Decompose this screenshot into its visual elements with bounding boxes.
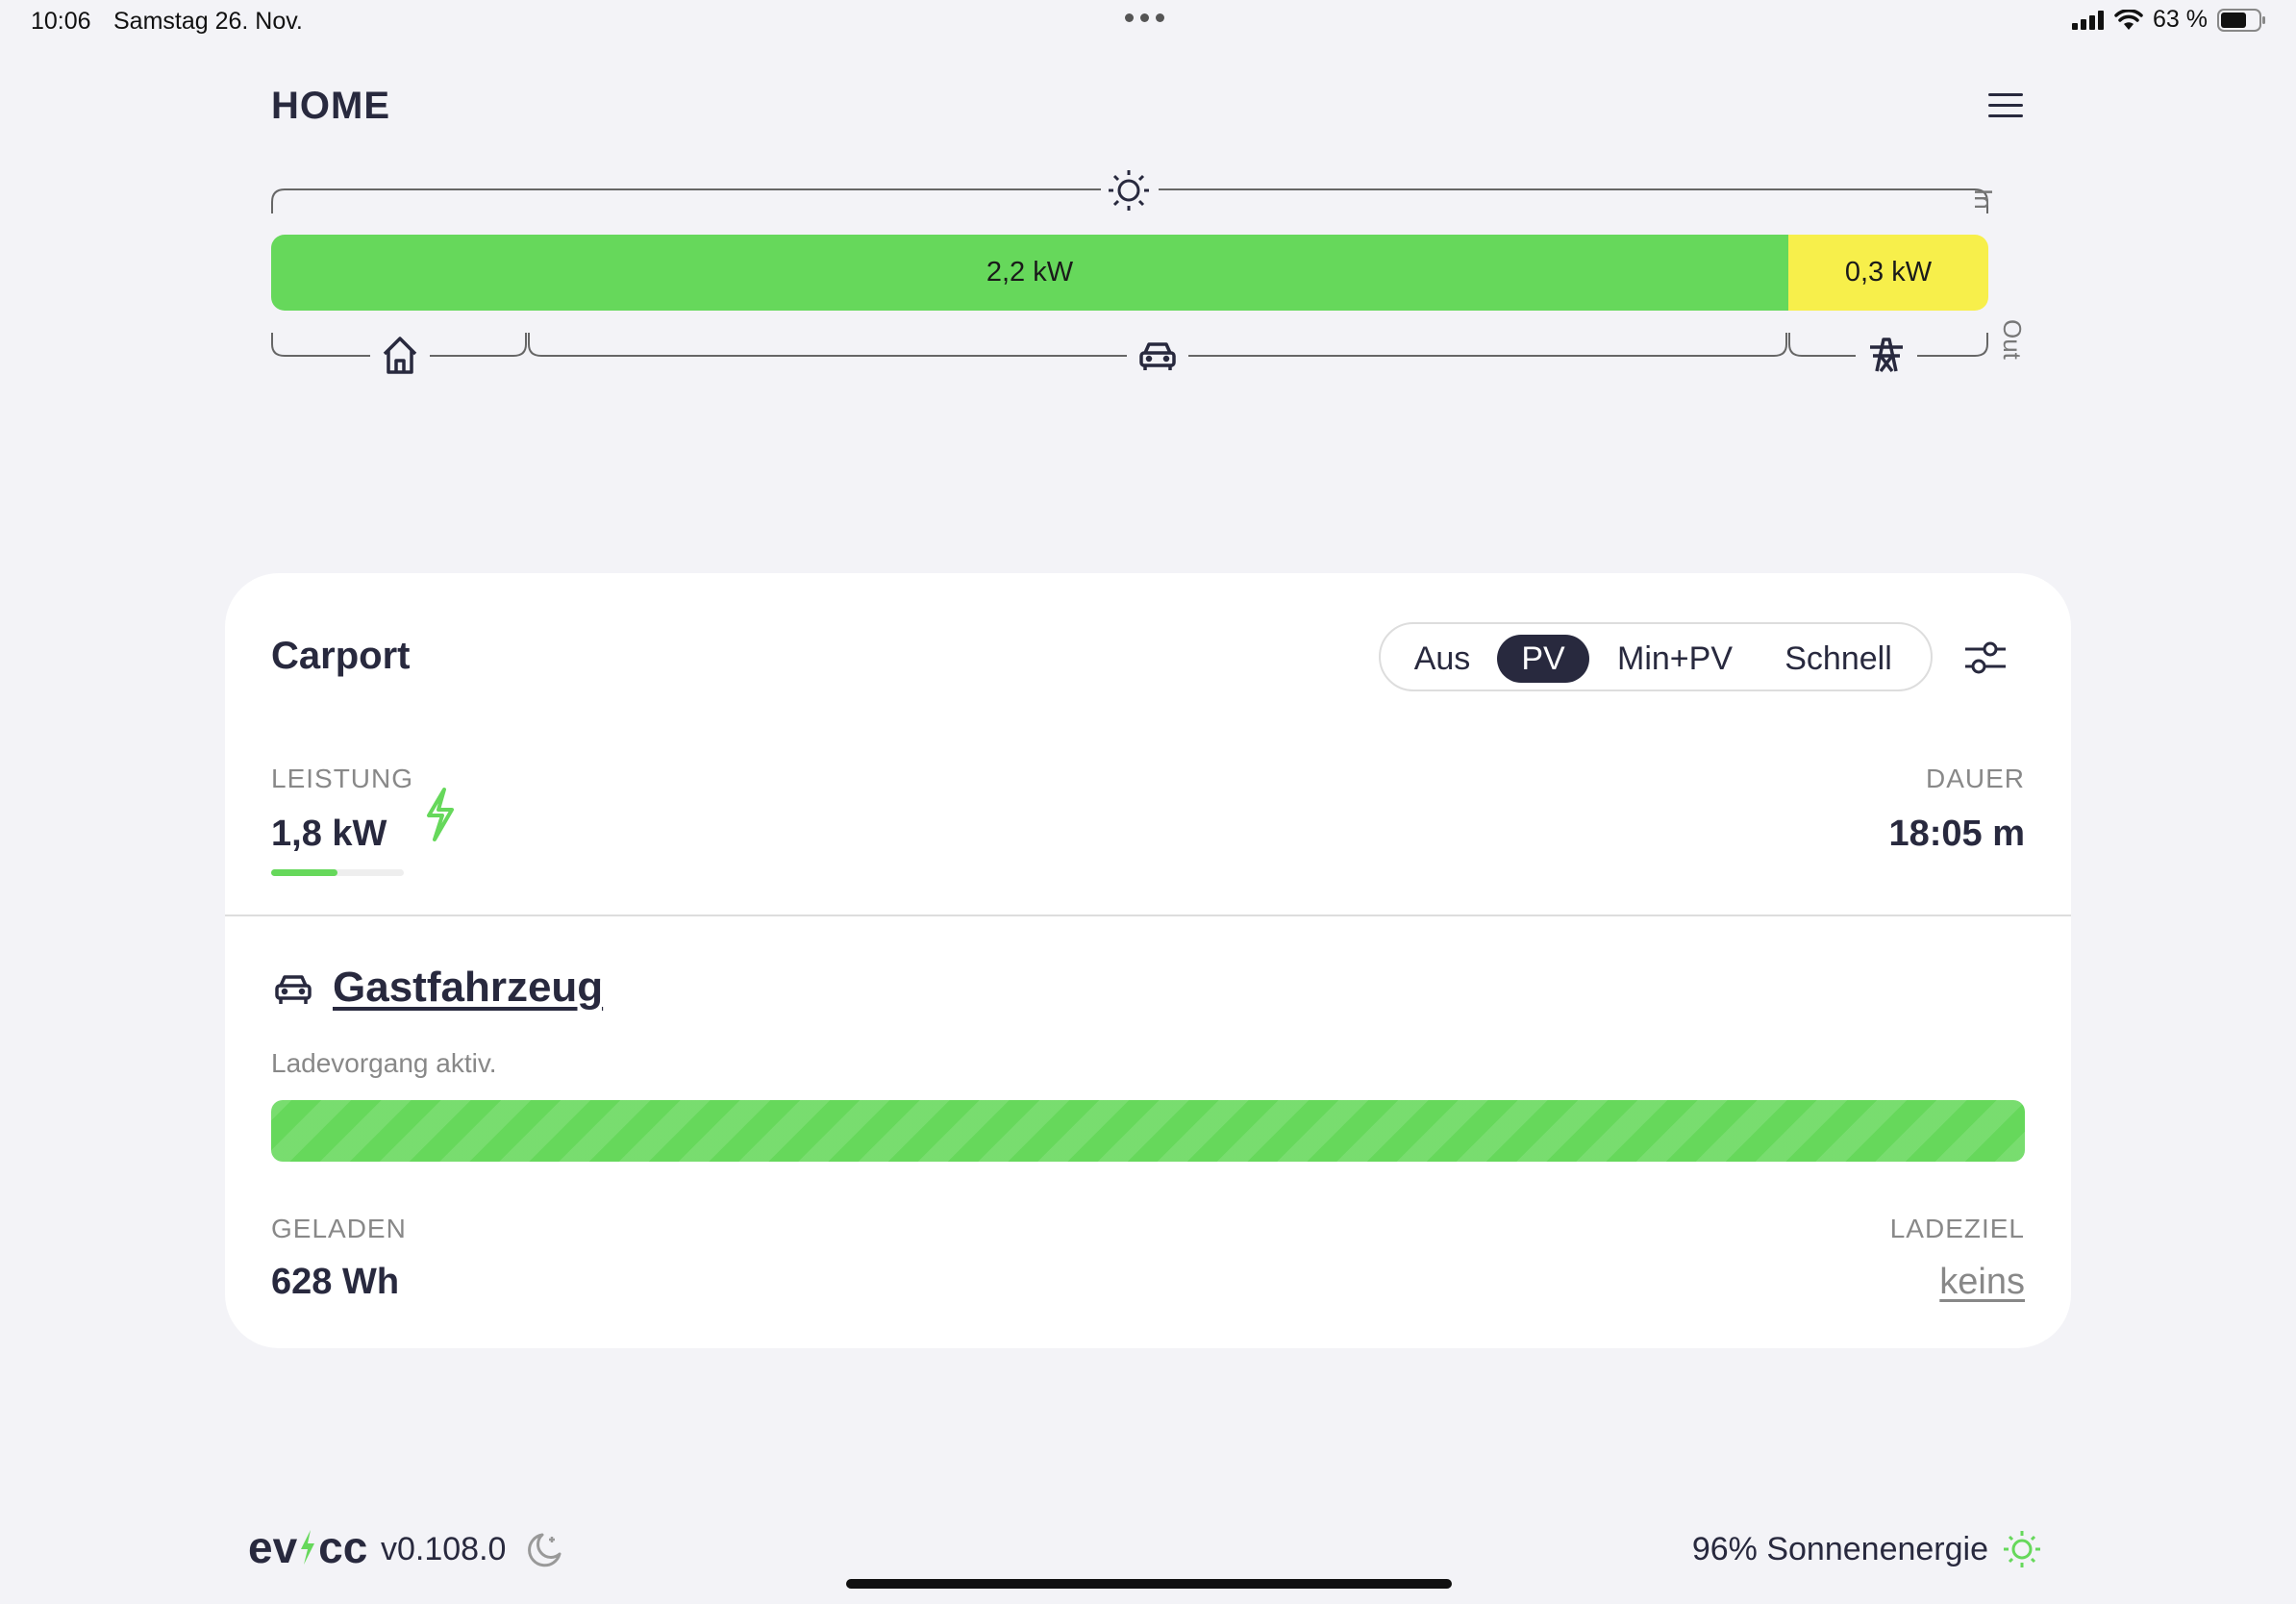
mode-button-schnell[interactable]: Schnell: [1761, 635, 1915, 683]
grid-power-value: 0,3 kW: [1844, 257, 1933, 288]
mode-button-min-pv[interactable]: Min+PV: [1600, 635, 1750, 683]
multitasking-dots-icon[interactable]: [1125, 13, 1164, 22]
home-indicator[interactable]: [846, 1579, 1452, 1589]
sun-icon: [2004, 1531, 2040, 1567]
duration-label: DAUER: [1925, 764, 2025, 793]
target-label: LADEZIEL: [1889, 1214, 2025, 1243]
charging-target-link[interactable]: keins: [1939, 1262, 2025, 1303]
logo-bolt-icon: [301, 1530, 315, 1565]
vehicle-name-link[interactable]: Gastfahrzeug: [333, 964, 603, 1012]
card-divider: [225, 915, 2071, 916]
mode-button-aus[interactable]: Aus: [1398, 635, 1486, 683]
sun-icon: [1109, 170, 1149, 211]
power-label: LEISTUNG: [271, 764, 414, 793]
charging-status-text: Ladevorgang aktiv.: [271, 1048, 497, 1078]
charging-bolt-icon: [427, 788, 454, 841]
energyflow-out-label: Out: [1998, 319, 2027, 360]
solar-share-text: 96% Sonnenenergie: [1691, 1531, 1988, 1567]
version-text[interactable]: v0.108.0: [381, 1531, 506, 1568]
hamburger-menu-icon[interactable]: [1988, 93, 2023, 122]
site-title: HOME: [271, 85, 390, 127]
grid-power-bar: 0,3 kW: [1788, 235, 1988, 311]
pv-power-bar: 2,2 kW: [271, 235, 1788, 311]
status-time: 10:06: [31, 8, 91, 35]
mode-selector: Aus PV Min+PV Schnell: [1379, 622, 1933, 691]
car-icon: [1139, 342, 1176, 370]
energyflow-in-label: In: [1969, 188, 1998, 210]
status-indicators: 63 %: [2072, 6, 2267, 34]
charged-value: 628 Wh: [271, 1262, 400, 1302]
settings-sliders-icon[interactable]: [1961, 639, 2009, 677]
loadpoint-title: Carport: [271, 635, 411, 677]
mode-button-pv[interactable]: PV: [1497, 635, 1589, 683]
grid-tower-icon: [1870, 338, 1903, 373]
power-gauge-fill: [271, 869, 337, 876]
house-icon: [383, 337, 417, 374]
logo-cc: cc: [318, 1522, 368, 1572]
charging-progress-bar: [271, 1100, 2025, 1162]
power-gauge: [271, 869, 404, 876]
battery-icon: [2217, 8, 2265, 32]
logo-ev: ev: [248, 1522, 298, 1572]
evcc-logo[interactable]: ev cc: [248, 1521, 367, 1573]
battery-percentage: 63 %: [2153, 6, 2208, 33]
pv-power-value: 2,2 kW: [986, 257, 1074, 288]
wifi-icon: [2114, 9, 2143, 30]
power-value: 1,8 kW: [271, 814, 387, 854]
moon-icon[interactable]: [523, 1529, 565, 1571]
cellular-signal-icon: [2072, 10, 2105, 30]
charged-label: GELADEN: [271, 1214, 407, 1243]
status-date: Samstag 26. Nov.: [113, 8, 303, 35]
car-icon: [275, 975, 312, 1004]
duration-value: 18:05 m: [1888, 814, 2025, 854]
